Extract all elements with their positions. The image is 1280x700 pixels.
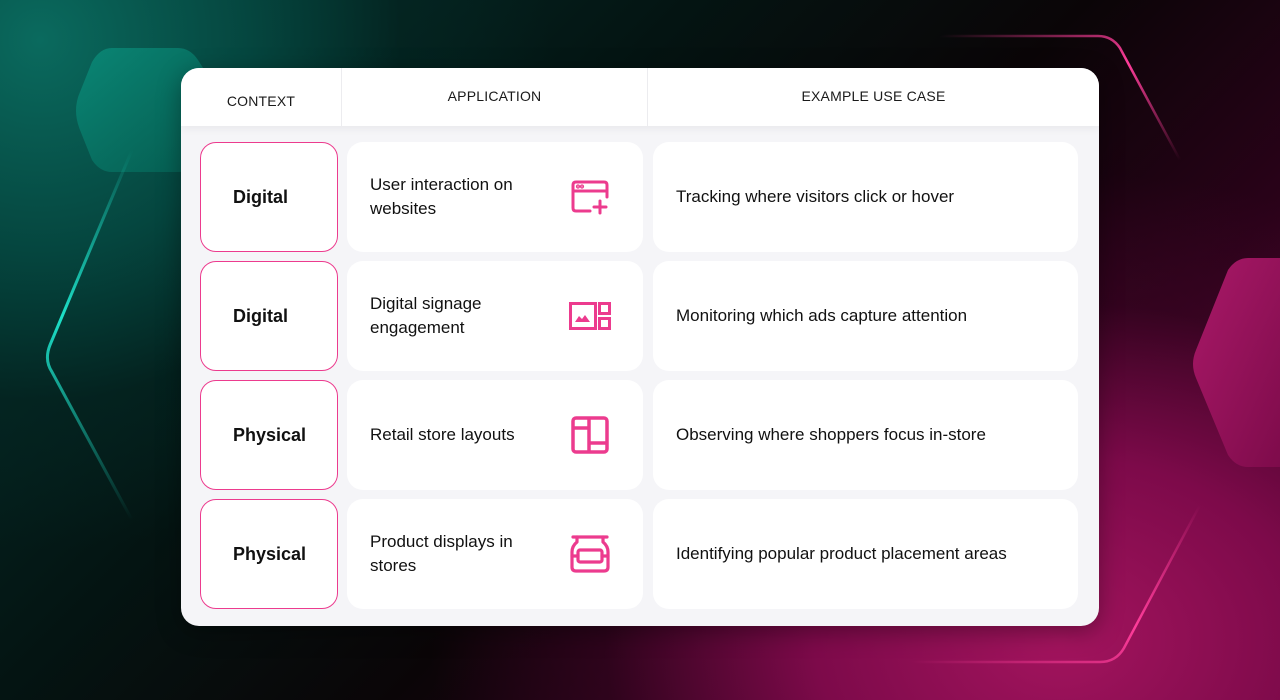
layout-grid-icon — [569, 414, 611, 456]
application-cell: Digital signage engagement — [347, 261, 643, 371]
use-case-cell: Observing where shoppers focus in-store — [653, 380, 1078, 490]
table-header: CONTEXT APPLICATION EXAMPLE USE CASE — [181, 68, 1099, 126]
context-cell: Physical — [200, 499, 338, 609]
application-label: Product displays in stores — [370, 532, 513, 575]
context-cell: Physical — [200, 380, 338, 490]
use-case-cell: Monitoring which ads capture attention — [653, 261, 1078, 371]
teal-chevron-line — [45, 149, 134, 521]
application-cell: User interaction on websites — [347, 142, 643, 252]
header-application: APPLICATION — [341, 68, 647, 126]
application-label: User interaction on websites — [370, 175, 513, 218]
header-context: CONTEXT — [226, 93, 296, 109]
application-cell: Retail store layouts — [347, 380, 643, 490]
image-gallery-icon — [569, 295, 611, 337]
application-cell: Product displays in stores — [347, 499, 643, 609]
table-row: Digital Digital signage engagement Monit… — [181, 261, 1099, 371]
application-label: Retail store layouts — [370, 425, 515, 444]
comparison-table-card: CONTEXT APPLICATION EXAMPLE USE CASE Dig… — [181, 68, 1099, 626]
use-case-cell: Tracking where visitors click or hover — [653, 142, 1078, 252]
application-label: Digital signage engagement — [370, 294, 482, 337]
context-cell: Digital — [200, 142, 338, 252]
use-case-cell: Identifying popular product placement ar… — [653, 499, 1078, 609]
table-row: Digital User interaction on websites Tra… — [181, 142, 1099, 252]
header-example-use-case: EXAMPLE USE CASE — [647, 68, 1099, 126]
pink-hexagon-shape — [1193, 258, 1280, 467]
table-row: Physical Retail store layouts Observing … — [181, 380, 1099, 490]
context-cell: Digital — [200, 261, 338, 371]
jar-product-icon — [569, 533, 611, 575]
table-row: Physical Product displays in stores Iden… — [181, 499, 1099, 609]
browser-window-plus-icon — [569, 176, 611, 218]
